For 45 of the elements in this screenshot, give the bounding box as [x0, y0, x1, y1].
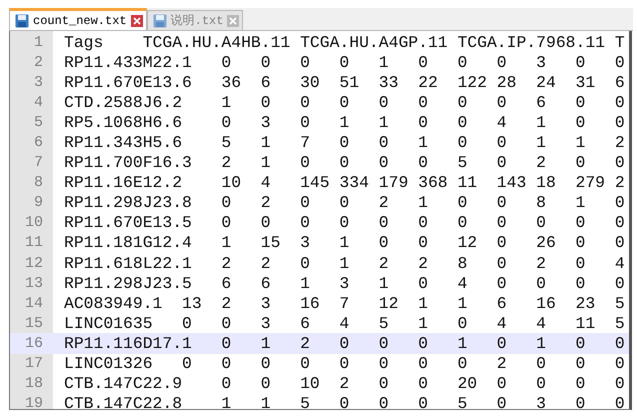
code-line: RP11.298J23.5 6 6 1 3 1 0 4 0 0 0 0: [64, 274, 625, 293]
code-line: RP11.618L22.1 2 2 0 1 2 2 8 0 2 0 4: [64, 254, 625, 273]
code-line: RP11.116D17.1 0 1 2 0 0 0 1 0 1 0 0: [64, 334, 625, 353]
code-line: RP11.670E13.5 0 0 0 0 0 0 0 0 0 0 0: [64, 213, 625, 232]
tab-label: count_new.txt: [33, 14, 127, 28]
code-line: RP11.298J23.8 0 2 0 0 2 1 0 0 8 1 0: [64, 193, 625, 212]
close-icon[interactable]: [130, 14, 143, 26]
code-line: RP11.181G12.4 1 15 3 1 0 0 12 0 26 0 0: [64, 233, 625, 252]
line-number: 6: [32, 134, 43, 152]
line-number: 18: [24, 375, 43, 392]
code-line: RP11.700F16.3 2 1 0 0 0 0 5 0 2 0 0: [64, 153, 625, 172]
code-line: LINC01635 0 0 3 6 4 5 1 0 4 4 11 5: [64, 314, 625, 333]
code-line: LINC01326 0 0 0 0 0 0 0 0 2 0 0 0: [64, 354, 625, 374]
file-tab[interactable]: count_new.txt: [9, 8, 147, 30]
code-line: CTB.147C22.8 1 1 5 0 0 0 5 0 3 0 0: [64, 394, 625, 409]
line-number: 12: [24, 254, 43, 272]
line-number: 15: [24, 314, 43, 332]
line-number: 10: [24, 214, 43, 232]
floppy-icon: [15, 14, 29, 28]
line-number: 1: [32, 34, 43, 51]
line-number: 2: [32, 54, 43, 71]
line-number: 13: [24, 274, 43, 292]
line-number: 3: [32, 74, 43, 91]
line-number: 4: [32, 94, 43, 111]
floppy-icon: [152, 14, 167, 28]
code-line: CTD.2588J6.2 1 0 0 0 0 0 0 0 6 0 0: [64, 92, 625, 112]
line-number: 14: [24, 294, 43, 312]
code-line: RP11.16E12.2 10 4 145 334 179 368 11 143 18 279 2: [64, 173, 625, 192]
line-number: 9: [32, 194, 43, 212]
line-number: 11: [24, 234, 43, 252]
code-line: AC083949.1 13 2 3 16 7 12 1 1 6 16 23 5: [64, 294, 625, 313]
line-number: 16: [24, 334, 43, 352]
code-line: Tags TCGA.HU.A4HB.11 TCGA.HU.A4GP.11 TCGA.IP.7968.11 T: [64, 32, 625, 52]
line-number: 17: [24, 355, 43, 372]
line-number: 5: [32, 114, 43, 131]
code-line: RP5.1068H6.6 0 3 0 1 1 0 0 4 1 0 0: [64, 112, 625, 132]
tab-label: 说明.txt: [170, 13, 224, 29]
text-editor[interactable]: [9, 31, 632, 410]
line-number: 8: [32, 174, 43, 192]
code-line: RP11.433M22.1 0 0 0 0 1 0 0 0 3 0 0: [64, 52, 625, 72]
code-line: RP11.670E13.6 36 6 30 51 33 22 122 28 24 31 6: [64, 72, 625, 92]
line-number: 19: [24, 395, 43, 409]
line-number: 7: [32, 154, 43, 172]
code-line: RP11.343H5.6 5 1 7 0 0 1 0 0 1 1 2: [64, 133, 625, 152]
code-line: CTB.147C22.9 0 0 10 2 0 0 20 0 0 0 0: [64, 374, 625, 394]
